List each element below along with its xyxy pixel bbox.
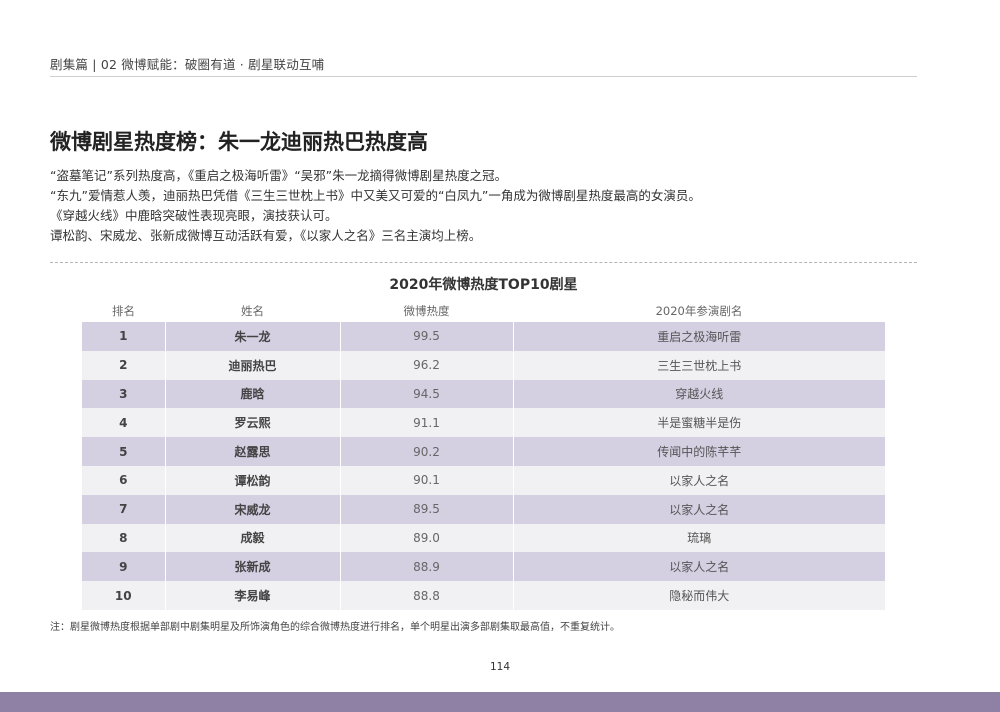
cell-name: 谭松韵 xyxy=(165,465,341,495)
cell-name: 李易峰 xyxy=(165,581,341,610)
intro-line: “东九”爱情惹人羡，迪丽热巴凭借《三生三世枕上书》中又美又可爱的“白凤九”一角成… xyxy=(50,188,701,203)
cell-show: 半是蜜糖半是伤 xyxy=(513,408,885,438)
page-number: 114 xyxy=(489,661,511,673)
cell-show: 以家人之名 xyxy=(513,494,885,524)
cell-name: 宋威龙 xyxy=(165,494,341,524)
table-row: 10 李易峰 88.8 隐秘而伟大 xyxy=(82,581,885,610)
cell-show: 重启之极海听雷 xyxy=(513,322,885,351)
cell-rank: 7 xyxy=(82,494,166,524)
cell-name: 罗云熙 xyxy=(165,408,341,438)
header-score: 微博热度 xyxy=(403,304,450,318)
cell-score: 99.5 xyxy=(340,322,514,351)
cell-rank: 2 xyxy=(82,350,166,380)
cell-show: 三生三世枕上书 xyxy=(513,350,885,380)
ranking-table: 排名 姓名 微博热度 2020年参演剧名 1 朱一龙 99.5 重启之极海听雷 … xyxy=(82,300,885,610)
cell-show: 以家人之名 xyxy=(513,552,885,582)
header-rank: 排名 xyxy=(112,304,135,318)
cell-name: 朱一龙 xyxy=(165,322,341,351)
cell-show: 传闻中的陈芊芊 xyxy=(513,437,885,466)
table-row: 3 鹿晗 94.5 穿越火线 xyxy=(82,379,885,409)
table-row: 4 罗云熙 91.1 半是蜜糖半是伤 xyxy=(82,408,885,438)
table-row: 8 成毅 89.0 琉璃 xyxy=(82,523,885,553)
cell-score: 94.5 xyxy=(340,379,514,409)
cell-rank: 1 xyxy=(82,322,166,351)
cell-name: 鹿晗 xyxy=(165,379,341,409)
page-title: 微博剧星热度榜：朱一龙迪丽热巴热度高 xyxy=(50,130,428,154)
cell-show: 琉璃 xyxy=(513,523,885,553)
intro-line: 《穿越火线》中鹿晗突破性表现亮眼，演技获认可。 xyxy=(50,208,338,223)
cell-rank: 4 xyxy=(82,408,166,438)
cell-name: 成毅 xyxy=(165,523,341,553)
table-header-row: 排名 姓名 微博热度 2020年参演剧名 xyxy=(82,300,885,322)
intro-line: 谭松韵、宋威龙、张新成微博互动活跃有爱，《以家人之名》三名主演均上榜。 xyxy=(50,228,482,243)
table-title: 2020年微博热度TOP10剧星 xyxy=(389,277,578,293)
cell-score: 89.5 xyxy=(340,494,514,524)
cell-score: 90.1 xyxy=(340,465,514,495)
cell-rank: 9 xyxy=(82,552,166,582)
cell-score: 96.2 xyxy=(340,350,514,380)
table-row: 1 朱一龙 99.5 重启之极海听雷 xyxy=(82,322,885,351)
table-row: 7 宋威龙 89.5 以家人之名 xyxy=(82,494,885,524)
section-header: 剧集篇 | 02 微博赋能：破圈有道 · 剧星联动互哺 xyxy=(50,57,325,72)
header-divider xyxy=(50,76,917,77)
cell-score: 88.8 xyxy=(340,581,514,610)
cell-score: 88.9 xyxy=(340,552,514,582)
cell-show: 穿越火线 xyxy=(513,379,885,409)
cell-name: 迪丽热巴 xyxy=(165,350,341,380)
table-row: 5 赵露思 90.2 传闻中的陈芊芊 xyxy=(82,437,885,466)
cell-rank: 6 xyxy=(82,465,166,495)
cell-rank: 3 xyxy=(82,379,166,409)
cell-show: 以家人之名 xyxy=(513,465,885,495)
table-row: 6 谭松韵 90.1 以家人之名 xyxy=(82,465,885,495)
header-show: 2020年参演剧名 xyxy=(655,304,743,318)
cell-rank: 5 xyxy=(82,437,166,466)
dotted-divider xyxy=(50,262,917,263)
intro-line: “盗墓笔记”系列热度高，《重启之极海听雷》“吴邪”朱一龙摘得微博剧星热度之冠。 xyxy=(50,168,508,183)
footnote: 注：剧星微博热度根据单部剧中剧集明星及所饰演角色的综合微博热度进行排名，单个明星… xyxy=(50,622,620,633)
cell-show: 隐秘而伟大 xyxy=(513,581,885,610)
footer-band xyxy=(0,692,1000,712)
cell-score: 91.1 xyxy=(340,408,514,438)
table-row: 9 张新成 88.9 以家人之名 xyxy=(82,552,885,582)
cell-name: 赵露思 xyxy=(165,437,341,466)
cell-score: 89.0 xyxy=(340,523,514,553)
cell-rank: 8 xyxy=(82,523,166,553)
header-name: 姓名 xyxy=(241,304,264,318)
cell-name: 张新成 xyxy=(165,552,341,582)
intro-paragraph: “盗墓笔记”系列热度高，《重启之极海听雷》“吴邪”朱一龙摘得微博剧星热度之冠。 … xyxy=(50,166,930,246)
cell-rank: 10 xyxy=(82,581,166,610)
cell-score: 90.2 xyxy=(340,437,514,466)
table-row: 2 迪丽热巴 96.2 三生三世枕上书 xyxy=(82,350,885,380)
